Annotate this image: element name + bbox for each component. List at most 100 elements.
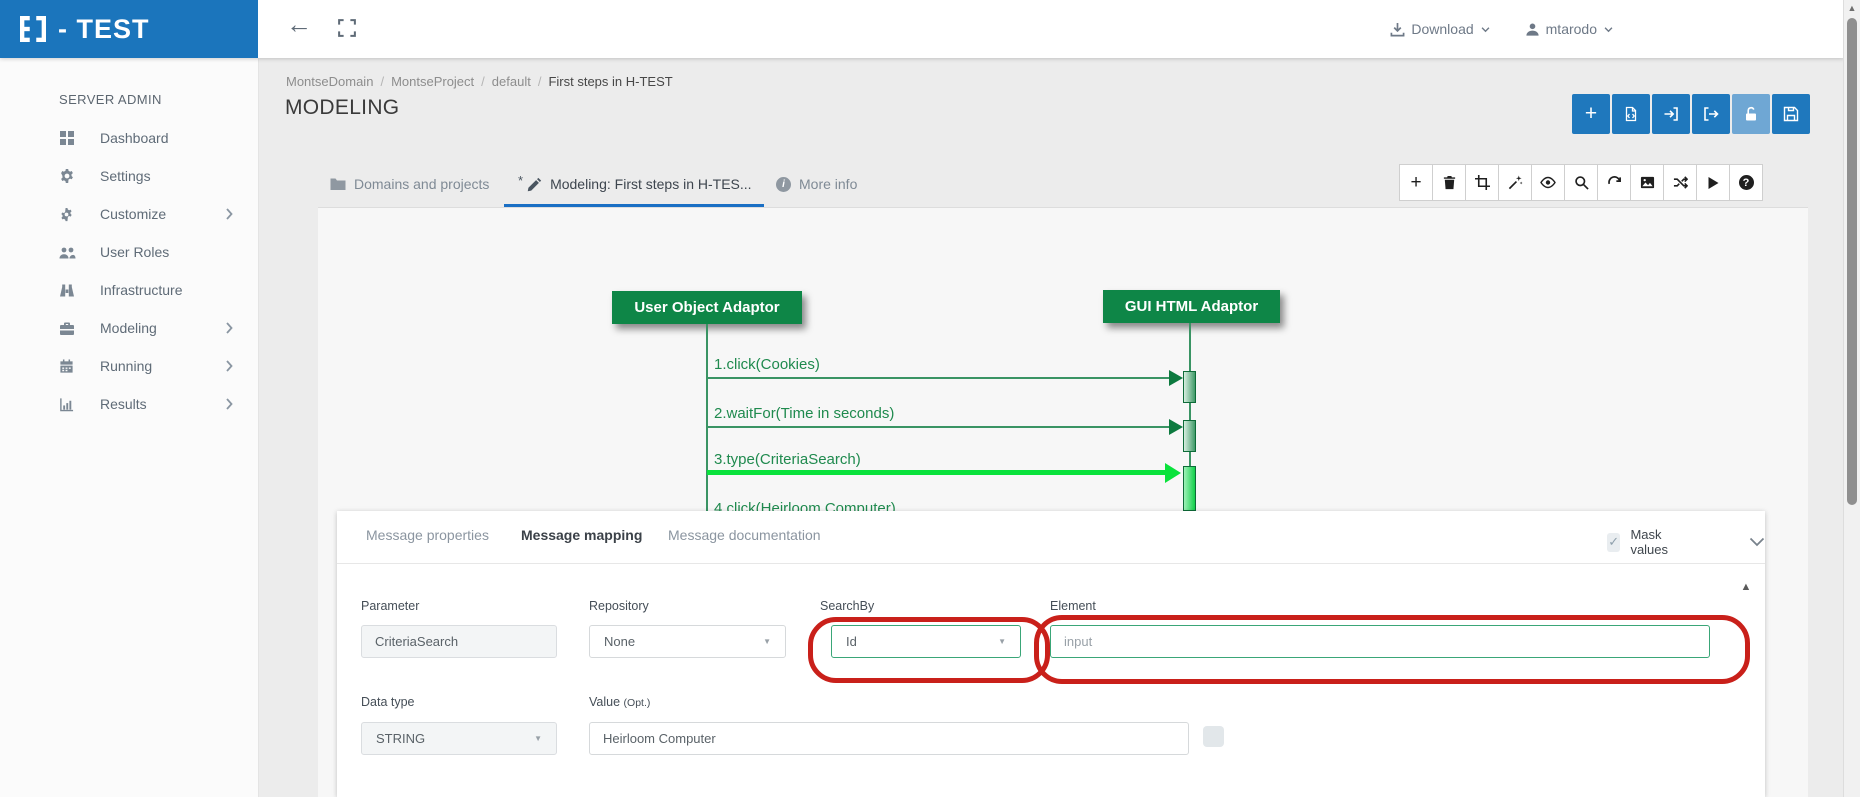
data-type-label: Data type <box>361 695 415 709</box>
tab-label: More info <box>799 176 857 192</box>
chevron-right-icon <box>225 360 234 372</box>
sidebar-item-user-roles[interactable]: User Roles <box>0 233 258 271</box>
gear-icon <box>59 168 76 184</box>
breadcrumb: MontseDomain/MontseProject/default/First… <box>286 74 673 89</box>
chevron-right-icon <box>225 322 234 334</box>
back-arrow-icon[interactable]: ← <box>286 11 312 37</box>
save-floppy-icon <box>1783 106 1799 122</box>
collapse-panel-chevron-icon[interactable] <box>1749 536 1765 548</box>
sidebar-item-dashboard[interactable]: Dashboard <box>0 119 258 157</box>
sidebar-nav: SERVER ADMIN Dashboard Settings Customiz… <box>0 58 259 797</box>
users-icon <box>59 245 76 260</box>
save-button[interactable] <box>1772 94 1810 134</box>
caret-down-icon: ▼ <box>998 637 1006 646</box>
search-button[interactable] <box>1564 164 1598 201</box>
refresh-button[interactable] <box>1597 164 1631 201</box>
logo-text: - TEST <box>58 14 150 45</box>
fullscreen-icon[interactable] <box>338 19 356 37</box>
scrollbar-thumb[interactable] <box>1847 18 1857 505</box>
chevron-right-icon <box>225 398 234 410</box>
actor-user-object-adaptor[interactable]: User Object Adaptor <box>612 291 802 324</box>
message-2-arrowhead <box>1169 419 1183 435</box>
repository-select[interactable]: None ▼ <box>589 625 786 658</box>
tab-domains-and-projects[interactable]: Domains and projects <box>330 176 489 192</box>
searchby-selected-value: Id <box>846 634 857 649</box>
element-input[interactable] <box>1050 625 1710 658</box>
bar-chart-icon <box>59 397 76 412</box>
breadcrumb-separator: / <box>538 74 542 89</box>
message-1-click-cookies[interactable]: 1.click(Cookies) <box>714 356 820 373</box>
shuffle-button[interactable] <box>1663 164 1697 201</box>
panel-scroll-up[interactable]: ▲ <box>1733 581 1759 593</box>
import-button[interactable] <box>1652 94 1690 134</box>
crop-button[interactable] <box>1465 164 1499 201</box>
sidebar-item-label: Dashboard <box>100 130 169 146</box>
value-mask-toggle[interactable] <box>1203 726 1224 747</box>
breadcrumb-item[interactable]: default <box>492 74 531 89</box>
panel-tab-message-mapping[interactable]: Message mapping <box>521 527 642 543</box>
scrollbar-up-arrow[interactable]: ▲ <box>1844 3 1860 13</box>
page-scrollbar[interactable]: ▲ <box>1843 0 1860 797</box>
add-message-button[interactable]: + <box>1399 164 1433 201</box>
mask-values-checkbox[interactable]: ✓ <box>1607 533 1620 552</box>
preview-button[interactable] <box>1531 164 1565 201</box>
export-file-code-button[interactable] <box>1612 94 1650 134</box>
sidebar-item-infrastructure[interactable]: Infrastructure <box>0 271 258 309</box>
breadcrumb-item[interactable]: MontseProject <box>391 74 474 89</box>
sidebar-item-results[interactable]: Results <box>0 385 258 423</box>
sidebar-item-label: Customize <box>100 206 166 222</box>
data-type-select[interactable]: STRING ▼ <box>361 722 557 755</box>
folder-icon <box>330 177 346 191</box>
delete-button[interactable] <box>1432 164 1466 201</box>
breadcrumb-separator: / <box>380 74 384 89</box>
parameter-input[interactable] <box>361 625 557 658</box>
sidebar-item-customize[interactable]: Customize <box>0 195 258 233</box>
image-icon <box>1640 175 1655 190</box>
screenshot-button[interactable] <box>1630 164 1664 201</box>
add-button[interactable]: + <box>1572 94 1610 134</box>
breadcrumb-item[interactable]: MontseDomain <box>286 74 373 89</box>
panel-tab-message-properties[interactable]: Message properties <box>366 527 489 543</box>
dashboard-icon <box>59 130 76 146</box>
sidebar-item-settings[interactable]: Settings <box>0 157 258 195</box>
message-2-waitfor[interactable]: 2.waitFor(Time in seconds) <box>714 405 894 422</box>
element-label: Element <box>1050 599 1096 613</box>
shuffle-icon <box>1673 175 1688 190</box>
actor-gui-html-adaptor[interactable]: GUI HTML Adaptor <box>1103 290 1280 323</box>
magic-wand-button[interactable] <box>1498 164 1532 201</box>
sidebar-item-running[interactable]: Running <box>0 347 258 385</box>
file-code-icon <box>1623 106 1639 122</box>
value-input[interactable] <box>589 722 1189 755</box>
play-icon <box>1707 176 1720 190</box>
sidebar-item-label: Results <box>100 396 147 412</box>
tab-modeling-active[interactable]: * Modeling: First steps in H-TES... <box>518 176 752 192</box>
diagram-toolbar: + ? <box>1400 164 1763 201</box>
panel-tab-message-documentation[interactable]: Message documentation <box>668 527 821 543</box>
breadcrumb-separator: / <box>481 74 485 89</box>
help-button[interactable]: ? <box>1729 164 1763 201</box>
caret-down-icon: ▼ <box>534 734 542 743</box>
searchby-select[interactable]: Id ▼ <box>831 625 1021 658</box>
chevron-down-icon <box>1603 24 1614 35</box>
sidebar-item-modeling[interactable]: Modeling <box>0 309 258 347</box>
app-screen: User Object Adaptor GUI HTML Adaptor 1.c… <box>0 0 1860 797</box>
message-panel: Message properties Message mapping Messa… <box>337 511 1765 797</box>
repository-selected-value: None <box>604 634 635 649</box>
page-title: MODELING <box>285 96 399 120</box>
download-icon <box>1390 22 1405 37</box>
username-label: mtarodo <box>1546 21 1597 37</box>
app-logo: - TEST <box>0 0 258 58</box>
message-3-type-criteriasearch[interactable]: 3.type(CriteriaSearch) <box>714 451 861 468</box>
trash-icon <box>1442 175 1457 190</box>
run-button[interactable] <box>1696 164 1730 201</box>
cog-flower-icon <box>59 207 76 222</box>
download-label: Download <box>1411 21 1473 37</box>
tab-more-info[interactable]: i More info <box>776 176 857 192</box>
export-button[interactable] <box>1692 94 1730 134</box>
unlock-button[interactable] <box>1732 94 1770 134</box>
briefcase-icon <box>59 321 76 336</box>
info-icon: i <box>776 177 791 192</box>
chevron-right-icon <box>225 208 234 220</box>
user-menu[interactable]: mtarodo <box>1525 21 1614 37</box>
download-menu[interactable]: Download <box>1390 21 1490 37</box>
